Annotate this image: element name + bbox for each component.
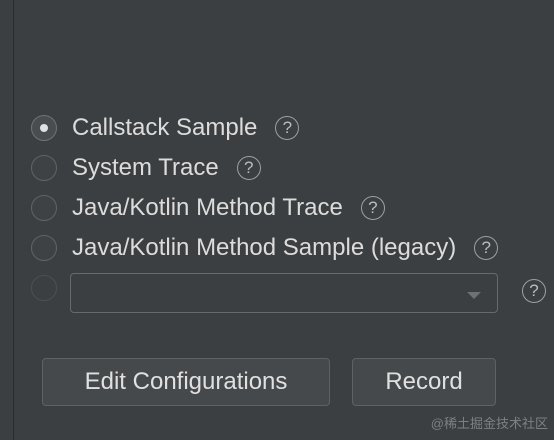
left-panel-divider — [13, 0, 14, 440]
radio-custom-configuration[interactable] — [31, 275, 57, 301]
question-circle-icon[interactable]: ? — [522, 279, 546, 303]
question-circle-icon[interactable]: ? — [474, 236, 499, 260]
configuration-dropdown[interactable] — [70, 273, 498, 313]
chevron-down-icon[interactable] — [467, 292, 481, 299]
option-java-kotlin-method-trace[interactable]: Java/Kotlin Method Trace ? — [31, 188, 551, 228]
option-system-trace[interactable]: System Trace ? — [31, 148, 551, 188]
radio-java-kotlin-method-trace[interactable] — [31, 195, 57, 221]
option-java-kotlin-method-sample-legacy[interactable]: Java/Kotlin Method Sample (legacy) ? — [31, 228, 551, 268]
option-callstack-sample[interactable]: Callstack Sample ? — [31, 108, 551, 148]
question-circle-icon[interactable]: ? — [275, 116, 300, 140]
edit-configurations-button[interactable]: Edit Configurations — [42, 358, 330, 406]
recording-options: Callstack Sample ? System Trace ? Java/K… — [31, 108, 551, 313]
question-circle-icon[interactable]: ? — [236, 156, 261, 180]
option-label: Java/Kotlin Method Sample (legacy) — [72, 234, 457, 261]
option-label: Callstack Sample — [72, 114, 258, 141]
radio-java-kotlin-method-sample-legacy[interactable] — [31, 235, 57, 261]
radio-callstack-sample[interactable] — [31, 115, 57, 141]
watermark: @稀土掘金技术社区 — [430, 416, 548, 431]
question-circle-icon[interactable]: ? — [360, 196, 385, 220]
option-custom-configuration[interactable]: ? — [31, 268, 551, 313]
option-label: Java/Kotlin Method Trace — [72, 194, 343, 221]
radio-system-trace[interactable] — [31, 155, 57, 181]
option-label: System Trace — [72, 154, 219, 181]
record-button[interactable]: Record — [352, 358, 496, 406]
